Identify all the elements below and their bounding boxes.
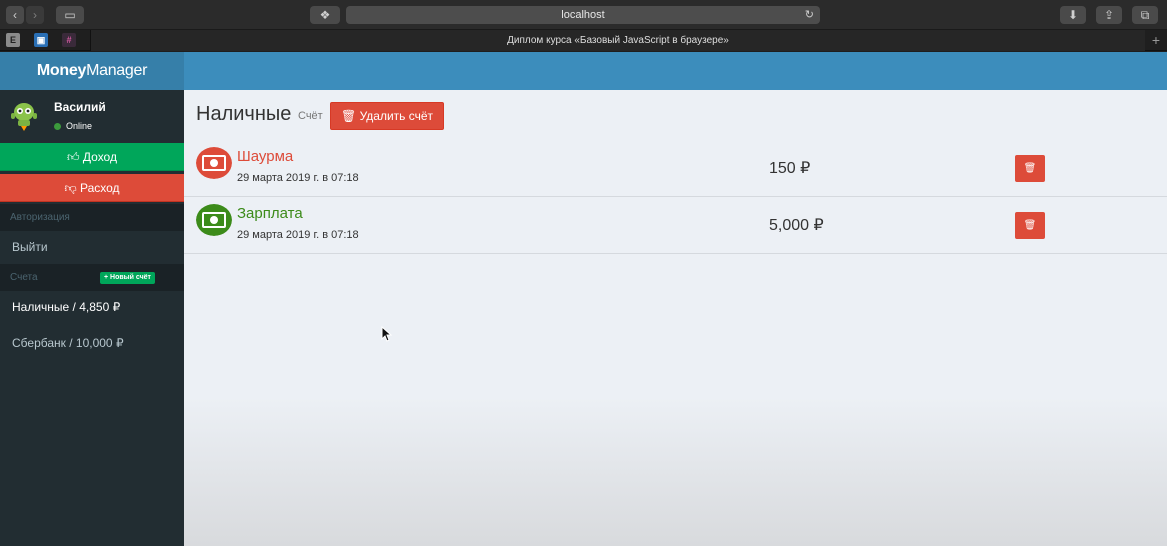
- trash-icon: 🗑︎: [341, 109, 360, 123]
- mouse-cursor-icon: [381, 326, 393, 342]
- sidebar-item-cash[interactable]: Наличные / 4,850 ₽: [0, 291, 184, 324]
- expense-button[interactable]: 👎︎ Расход: [0, 174, 184, 202]
- accounts-header: Счета + Новый счёт: [0, 264, 184, 291]
- transaction-name: Зарплата: [237, 205, 303, 222]
- main-content: Наличные Счёт 🗑︎ Удалить счёт Шаурма 29 …: [184, 52, 1167, 546]
- trash-icon: 🗑︎: [1023, 220, 1037, 231]
- money-icon: [196, 147, 232, 179]
- sidebar-toggle-icon[interactable]: ▭: [56, 6, 84, 24]
- tabs-bar: E ▣ # Диплом курса «Базовый JavaScript в…: [0, 30, 1167, 51]
- money-icon: [196, 204, 232, 236]
- delete-transaction-button[interactable]: 🗑︎: [1015, 212, 1045, 239]
- user-panel: Василий Online: [0, 90, 184, 143]
- user-status: Online: [54, 121, 92, 131]
- url-text: localhost: [561, 9, 605, 21]
- accounts-header-label: Счета: [10, 272, 38, 283]
- url-bar[interactable]: localhost ↻: [346, 6, 820, 24]
- user-status-text: Online: [66, 121, 93, 131]
- logo-rest: Manager: [86, 62, 148, 79]
- android-avatar-icon: [11, 103, 37, 131]
- delete-account-label: Удалить счёт: [359, 109, 434, 123]
- download-icon[interactable]: ⬇: [1060, 6, 1086, 24]
- page-header: Наличные Счёт 🗑︎ Удалить счёт: [184, 90, 1167, 140]
- transaction-date: 29 марта 2019 г. в 07:18: [237, 229, 359, 241]
- page-subtitle: Счёт: [298, 110, 323, 122]
- transaction-amount: 5,000 ₽: [769, 217, 824, 234]
- bookmark-e-icon[interactable]: E: [6, 33, 20, 47]
- auth-header: Авторизация: [0, 204, 184, 231]
- logo-bold: Money: [36, 62, 87, 79]
- new-tab-icon[interactable]: +: [1145, 30, 1167, 51]
- logout-link[interactable]: Выйти: [0, 231, 184, 264]
- transaction-amount: 150 ₽: [769, 160, 811, 177]
- tabs-overview-icon[interactable]: ⧉: [1132, 6, 1158, 24]
- income-label: Доход: [82, 150, 117, 164]
- trash-icon: 🗑︎: [1023, 163, 1037, 174]
- transaction-name: Шаурма: [237, 148, 294, 165]
- transaction-row: Шаурма 29 марта 2019 г. в 07:18 150 ₽ 🗑︎: [184, 140, 1167, 197]
- share-icon[interactable]: ⇪: [1096, 6, 1122, 24]
- browser-toolbar: ‹ › ▭ ❖ localhost ↻ ⬇ ⇪ ⧉: [0, 0, 1167, 30]
- income-button[interactable]: 👍︎ Доход: [0, 143, 184, 171]
- delete-transaction-button[interactable]: 🗑︎: [1015, 155, 1045, 182]
- tab-active[interactable]: Диплом курса «Базовый JavaScript в брауз…: [90, 30, 1145, 51]
- transaction-date: 29 марта 2019 г. в 07:18: [237, 172, 359, 184]
- reload-icon[interactable]: ↻: [805, 6, 814, 24]
- transaction-row: Зарплата 29 марта 2019 г. в 07:18 5,000 …: [184, 197, 1167, 254]
- expense-label: Расход: [79, 181, 120, 195]
- delete-account-button[interactable]: 🗑︎ Удалить счёт: [330, 102, 445, 130]
- sidebar: MoneyManager Василий Online 👍︎ Доход 👎︎ …: [0, 52, 184, 546]
- thumbs-up-icon: 👍︎: [67, 150, 83, 164]
- thumbs-down-icon: 👎︎: [64, 181, 80, 195]
- top-navbar: [184, 52, 1167, 90]
- back-icon[interactable]: ‹: [6, 6, 24, 24]
- forward-icon[interactable]: ›: [26, 6, 44, 24]
- slack-icon[interactable]: #: [62, 33, 76, 47]
- sidebar-item-sberbank[interactable]: Сбербанк / 10,000 ₽: [0, 327, 184, 360]
- page-title: Наличные: [196, 103, 292, 125]
- shield-icon[interactable]: ❖: [310, 6, 340, 24]
- online-dot-icon: [54, 123, 61, 130]
- new-account-button[interactable]: + Новый счёт: [100, 272, 155, 284]
- trello-icon[interactable]: ▣: [34, 33, 48, 47]
- user-name: Василий: [54, 100, 106, 114]
- app-logo[interactable]: MoneyManager: [0, 52, 184, 90]
